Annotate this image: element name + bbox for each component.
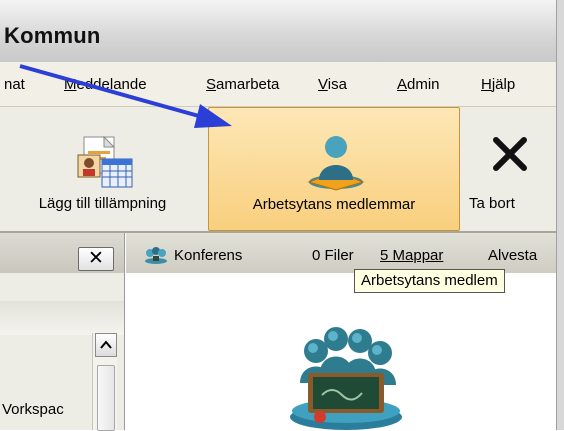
pointer-arrow-annotation	[19, 64, 232, 128]
